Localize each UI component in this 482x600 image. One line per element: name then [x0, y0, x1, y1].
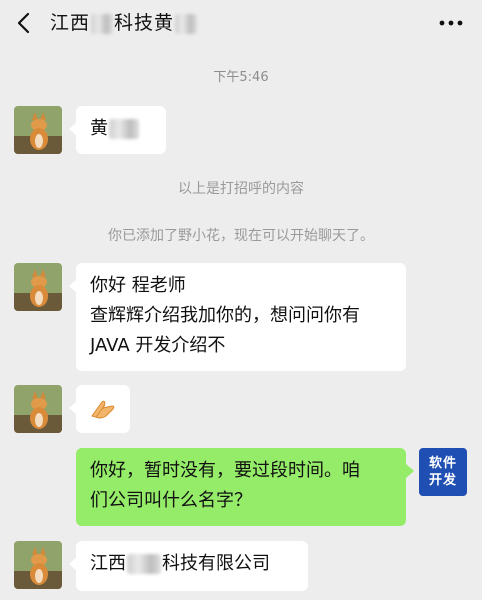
message-line: 你好，暂时没有，要过段时间。咱 [90, 460, 360, 481]
handshake-icon [91, 400, 115, 419]
incoming-message[interactable] [69, 385, 130, 433]
chevron-left-icon[interactable] [14, 12, 36, 34]
chat-title-prefix: 江西 [50, 12, 91, 34]
fox-avatar-icon [14, 385, 62, 433]
redacted-blur [109, 119, 139, 139]
contact-avatar[interactable] [14, 263, 62, 311]
fox-avatar-icon [14, 106, 62, 154]
outgoing-message[interactable]: 你好，暂时没有，要过段时间。咱 们公司叫什么名字？ [76, 448, 414, 526]
message-text: 科技有限公司 [162, 553, 270, 574]
chat-title: 江西 科技黄 [50, 10, 198, 36]
redacted-blur [127, 554, 161, 574]
more-dots-icon[interactable] [438, 12, 464, 34]
contact-avatar[interactable] [14, 541, 62, 589]
redacted-blur [91, 13, 114, 34]
contact-avatar[interactable] [14, 106, 62, 154]
self-avatar-line: 软件 [428, 456, 457, 471]
contact-avatar[interactable] [14, 385, 62, 433]
system-notice: 你已添加了野小花，现在可以开始聊天了。 [108, 228, 374, 244]
message-text: 江西 [90, 553, 126, 574]
chat-title-suffix: 科技黄 [114, 12, 175, 34]
incoming-message[interactable]: 黄 [69, 106, 166, 154]
message-line: 们公司叫什么名字？ [90, 490, 252, 511]
chat-header: 江西 科技黄 [0, 0, 482, 48]
incoming-message[interactable]: 江西 科技有限公司 [69, 541, 308, 591]
fox-avatar-icon [14, 263, 62, 311]
self-avatar[interactable]: 软件 开发 [419, 448, 467, 496]
message-text: 黄 [90, 118, 108, 139]
message-timestamp: 下午5:46 [213, 70, 269, 85]
message-line: JAVA 开发介绍不 [90, 335, 226, 356]
incoming-message[interactable]: 你好 程老师 查辉辉介绍我加你的，想问问你有 JAVA 开发介绍不 [69, 263, 406, 371]
message-line: 查辉辉介绍我加你的，想问问你有 [90, 305, 360, 326]
self-avatar-line: 开发 [428, 473, 457, 488]
message-line: 你好 程老师 [90, 275, 186, 296]
fox-avatar-icon [14, 541, 62, 589]
redacted-blur [175, 13, 198, 34]
system-notice: 以上是打招呼的内容 [178, 181, 304, 197]
